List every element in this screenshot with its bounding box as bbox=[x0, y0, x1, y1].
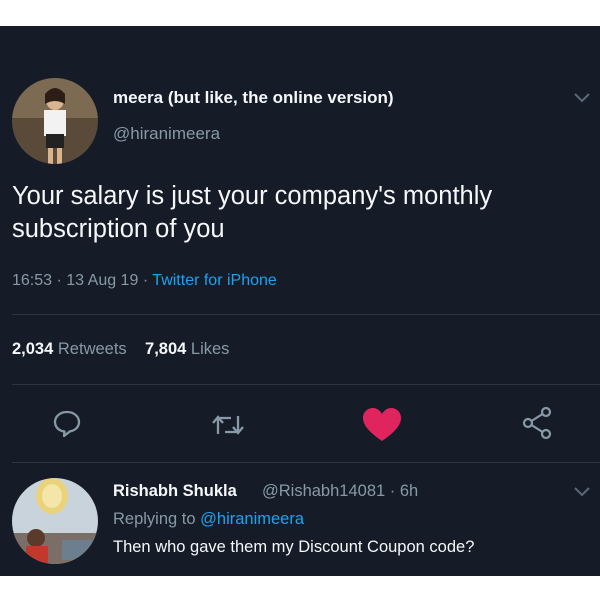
replying-to: Replying to @hiranimeera bbox=[113, 510, 304, 529]
chevron-down-icon[interactable] bbox=[573, 486, 591, 498]
replying-to-mention[interactable]: @hiranimeera bbox=[200, 510, 304, 528]
divider bbox=[12, 314, 600, 315]
like-count[interactable]: 7,804 bbox=[145, 340, 186, 358]
reply-icon[interactable] bbox=[52, 408, 82, 438]
meta-separator: · bbox=[142, 272, 153, 289]
meta-separator: · bbox=[389, 482, 400, 500]
tweet-stats: 2,034 Retweets 7,804 Likes bbox=[12, 340, 229, 359]
retweets-label[interactable]: Retweets bbox=[58, 340, 127, 358]
retweet-icon[interactable] bbox=[211, 412, 245, 438]
replying-to-label: Replying to bbox=[113, 510, 196, 528]
divider bbox=[12, 462, 600, 463]
reply-age[interactable]: 6h bbox=[400, 482, 418, 500]
meta-separator: · bbox=[56, 272, 67, 289]
tweet-source[interactable]: Twitter for iPhone bbox=[152, 272, 277, 289]
tweet-time: 16:53 bbox=[12, 272, 53, 289]
tweet-meta: 16:53 · 13 Aug 19 · Twitter for iPhone bbox=[12, 272, 277, 290]
chevron-down-icon[interactable] bbox=[573, 92, 591, 104]
likes-label[interactable]: Likes bbox=[191, 340, 230, 358]
tweet-date: 13 Aug 19 bbox=[66, 272, 139, 289]
reply-author-handle[interactable]: @Rishabh14081 bbox=[262, 482, 385, 500]
author-name[interactable]: meera (but like, the online version) bbox=[113, 88, 394, 108]
share-icon[interactable] bbox=[521, 406, 553, 440]
like-icon[interactable] bbox=[362, 407, 402, 443]
reply-author-name[interactable]: Rishabh Shukla bbox=[113, 482, 237, 501]
author-handle[interactable]: @hiranimeera bbox=[113, 124, 220, 144]
reply-text: Then who gave them my Discount Coupon co… bbox=[113, 538, 475, 556]
divider bbox=[12, 384, 600, 385]
tweet-text: Your salary is just your company's month… bbox=[12, 182, 493, 243]
author-avatar[interactable] bbox=[12, 78, 98, 164]
retweet-count[interactable]: 2,034 bbox=[12, 340, 53, 358]
reply-avatar[interactable] bbox=[12, 478, 98, 564]
reply-author-meta: @Rishabh14081 · 6h bbox=[262, 482, 418, 501]
